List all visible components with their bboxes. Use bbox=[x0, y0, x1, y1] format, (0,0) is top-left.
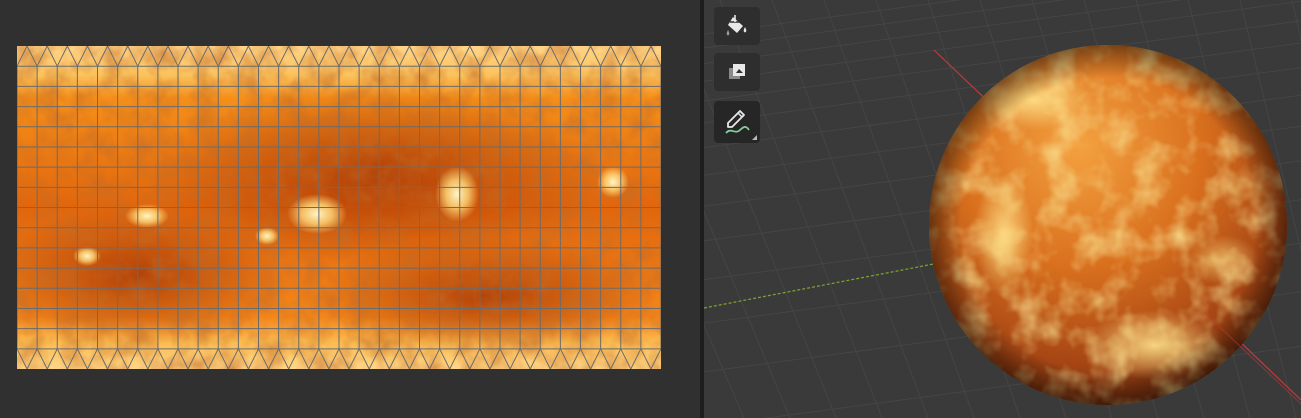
sphere-mesh[interactable] bbox=[929, 45, 1289, 407]
fill-tool-button[interactable] bbox=[714, 7, 760, 45]
texture-hot-spot bbox=[435, 166, 479, 222]
tool-options-indicator bbox=[752, 135, 757, 140]
grid-line bbox=[771, 0, 929, 418]
viewport-canvas[interactable] bbox=[704, 0, 1301, 418]
grid-line bbox=[704, 0, 962, 35]
mask-tool-button[interactable] bbox=[714, 53, 760, 91]
annotate-pen-icon bbox=[725, 110, 750, 134]
layers-icon bbox=[729, 64, 745, 79]
texture-hot-spot bbox=[597, 166, 629, 198]
grid-line bbox=[704, 0, 1301, 82]
annotate-tool-button[interactable] bbox=[714, 101, 760, 143]
grid-line bbox=[1291, 0, 1301, 42]
uv-editor-panel[interactable] bbox=[0, 0, 700, 418]
paint-bucket-icon bbox=[726, 15, 747, 36]
grid-line bbox=[704, 0, 1183, 65]
uv-texture-image[interactable] bbox=[17, 46, 661, 369]
3d-viewport[interactable] bbox=[704, 0, 1301, 418]
